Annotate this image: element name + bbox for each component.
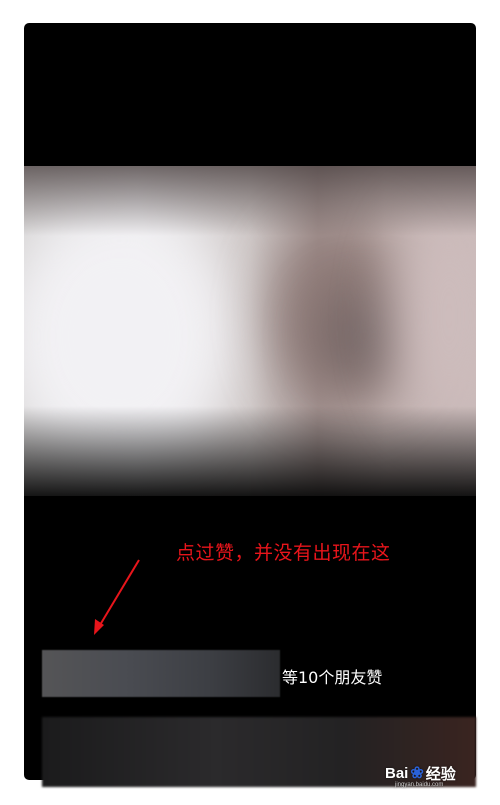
watermark-suffix: 经验 xyxy=(425,765,456,783)
watermark-url: jingyan.baidu.com xyxy=(395,782,444,788)
likes-row: 等10个朋友赞 xyxy=(42,650,462,697)
paw-icon: ❀ xyxy=(410,765,424,782)
baidu-jingyan-watermark: Bai ❀ 经验 jingyan.baidu.com xyxy=(385,758,456,789)
liker-names-blurred[interactable] xyxy=(42,650,280,697)
watermark-brand: Bai xyxy=(385,764,409,782)
likes-summary[interactable]: 等10个朋友赞 xyxy=(282,664,382,688)
